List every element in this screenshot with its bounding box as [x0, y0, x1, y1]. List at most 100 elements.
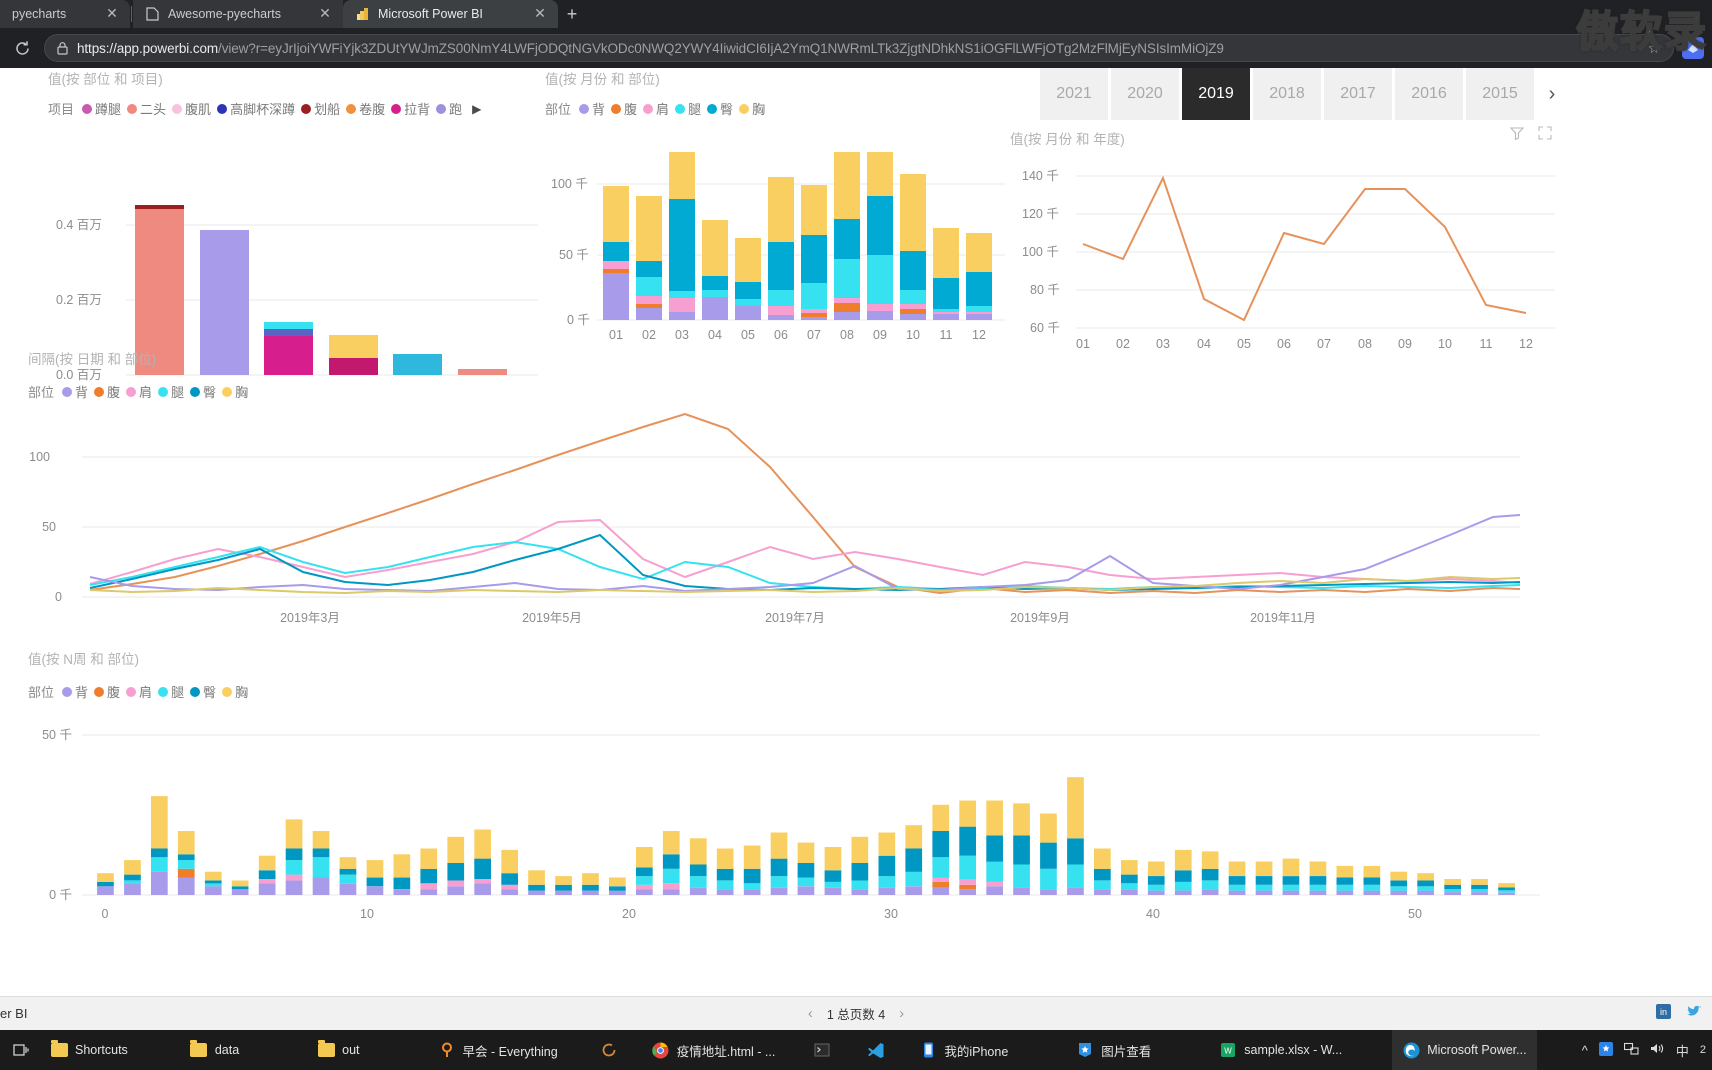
stacked-bar-segment[interactable]: [824, 881, 842, 888]
stacked-bar-segment[interactable]: [1013, 864, 1030, 888]
legend-item[interactable]: 腹: [94, 382, 120, 401]
stacked-bar-segment[interactable]: [366, 860, 384, 878]
stacked-bar-segment[interactable]: [1228, 861, 1246, 877]
stacked-bar-segment[interactable]: [258, 855, 276, 871]
stacked-bar-segment[interactable]: [959, 884, 976, 890]
stacked-bar-segment[interactable]: [1147, 890, 1165, 895]
stacked-bar-segment[interactable]: [1444, 889, 1461, 893]
url-text[interactable]: https://app.powerbi.com/view?r=eyJrIjoiY…: [77, 41, 1637, 56]
stacked-bar-segment[interactable]: [1201, 868, 1219, 881]
stacked-bar-segment[interactable]: [689, 838, 707, 865]
legend-item[interactable]: 臀: [190, 382, 216, 401]
legend-item[interactable]: 胸: [222, 382, 248, 401]
stacked-bar-segment[interactable]: [878, 876, 896, 888]
stacked-bar-segment[interactable]: [662, 889, 680, 895]
stacked-bar-segment[interactable]: [1309, 884, 1327, 891]
stacked-bar-segment[interactable]: [1471, 884, 1488, 890]
browser-tab-power-bi[interactable]: Microsoft Power BI ✕: [343, 0, 558, 28]
stacked-bar-segment[interactable]: [1174, 890, 1192, 895]
stacked-bar-segment[interactable]: [528, 870, 545, 885]
stacked-bar-segment[interactable]: [1040, 889, 1057, 895]
stacked-bar-segment[interactable]: [97, 886, 114, 895]
stacked-bar-segment[interactable]: [151, 848, 168, 858]
stacked-bar-segment[interactable]: [339, 868, 357, 875]
stacked-bar-segment[interactable]: [609, 886, 626, 891]
stacked-bar-segment[interactable]: [797, 886, 815, 895]
stacked-bar-segment[interactable]: [258, 870, 276, 879]
stacked-bar-segment[interactable]: [420, 868, 438, 884]
stacked-bar-segment[interactable]: [447, 886, 465, 895]
stacked-bar-segment[interactable]: [1444, 884, 1461, 890]
stacked-bar-segment[interactable]: [474, 858, 491, 879]
stacked-bar-segment[interactable]: [1390, 886, 1408, 891]
stacked-bar-segment[interactable]: [959, 855, 976, 879]
stacked-bar-segment[interactable]: [1444, 892, 1461, 895]
stacked-bar-segment[interactable]: [1147, 861, 1165, 877]
stacked-bar-segment[interactable]: [609, 877, 626, 887]
legend-item[interactable]: 背: [62, 382, 88, 401]
close-icon[interactable]: ✕: [104, 6, 120, 22]
taskbar-item-iphone[interactable]: 我的iPhone: [909, 1030, 1018, 1070]
slicer-item-2017[interactable]: 2017: [1324, 68, 1392, 120]
stacked-bar-segment[interactable]: [932, 857, 950, 878]
taskbar-item-data[interactable]: data: [180, 1030, 249, 1070]
url-bar[interactable]: https://app.powerbi.com/view?r=eyJrIjoiY…: [44, 34, 1674, 62]
legend-item[interactable]: 背: [579, 99, 605, 118]
stacked-bar-segment[interactable]: [447, 863, 465, 881]
stacked-bar-segment[interactable]: [231, 880, 249, 887]
legend-item[interactable]: 背: [62, 682, 88, 701]
stacked-bar-segment[interactable]: [1201, 889, 1219, 895]
taskbar-item-shortcuts[interactable]: Shortcuts: [40, 1030, 138, 1070]
stacked-bar-segment[interactable]: [1255, 884, 1273, 891]
task-view-button[interactable]: [0, 1030, 40, 1070]
stacked-bar-segment[interactable]: [1309, 861, 1327, 877]
legend-item[interactable]: 臀: [190, 682, 216, 701]
stacked-bar-segment[interactable]: [204, 871, 222, 881]
stacked-bar-segment[interactable]: [1390, 871, 1408, 881]
legend-item[interactable]: 拉背: [391, 99, 430, 118]
browser-tab-pyecharts[interactable]: pyecharts ✕: [0, 0, 130, 28]
slicer-item-2018[interactable]: 2018: [1253, 68, 1321, 120]
stacked-bar-segment[interactable]: [905, 886, 923, 895]
stacked-bar-segment[interactable]: [770, 858, 788, 877]
stacked-bar-segment[interactable]: [905, 871, 923, 887]
stacked-bar-segment[interactable]: [366, 886, 384, 895]
stacked-bar-segment[interactable]: [1309, 890, 1327, 895]
stacked-bar-segment[interactable]: [636, 847, 653, 868]
slicer-next-arrow[interactable]: ›: [1543, 83, 1561, 106]
stacked-bar-segment[interactable]: [1282, 890, 1300, 895]
stacked-bar-segment[interactable]: [124, 860, 141, 875]
stacked-bar-segment[interactable]: [932, 877, 950, 882]
slicer-item-2019[interactable]: 2019: [1182, 68, 1250, 120]
legend-item[interactable]: 腿: [675, 99, 701, 118]
stacked-bar-segment[interactable]: [1013, 887, 1030, 895]
stacked-bar-segment[interactable]: [555, 890, 572, 895]
stacked-bar-segment[interactable]: [312, 857, 330, 878]
stacked-bar-segment[interactable]: [1255, 876, 1273, 885]
stacked-bar-segment[interactable]: [1121, 874, 1138, 884]
legend-item[interactable]: 臀: [707, 99, 733, 118]
close-icon[interactable]: ✕: [532, 6, 548, 22]
stacked-bar-segment[interactable]: [177, 877, 195, 896]
stacked-bar-segment[interactable]: [97, 873, 114, 882]
chart-date-bodypart[interactable]: 100 50 0 2019年3月 2019年5月 2019年7月 2019年9月…: [20, 407, 1580, 672]
legend-item[interactable]: 肩: [126, 382, 152, 401]
stacked-bar-segment[interactable]: [1363, 865, 1381, 878]
stacked-bar-segment[interactable]: [151, 796, 168, 849]
stacked-bar-segment[interactable]: [1094, 868, 1111, 881]
legend-item[interactable]: 二头: [127, 99, 166, 118]
stacked-bar-segment[interactable]: [716, 868, 734, 881]
stacked-bar-segment[interactable]: [1094, 880, 1111, 890]
stacked-bar-segment[interactable]: [636, 889, 653, 895]
legend-item[interactable]: 腹肌: [172, 99, 211, 118]
stacked-bar-segment[interactable]: [258, 883, 276, 895]
stacked-bar-segment[interactable]: [1040, 813, 1057, 843]
volume-icon[interactable]: [1650, 1042, 1665, 1058]
legend-item[interactable]: 蹲腿: [82, 99, 121, 118]
stacked-bar-segment[interactable]: [1228, 876, 1246, 885]
legend-item[interactable]: 腿: [158, 382, 184, 401]
stacked-bar-segment[interactable]: [743, 868, 761, 884]
stacked-bar-segment[interactable]: [851, 880, 869, 890]
stacked-bar-segment[interactable]: [582, 884, 599, 891]
stacked-bar-segment[interactable]: [258, 879, 276, 884]
